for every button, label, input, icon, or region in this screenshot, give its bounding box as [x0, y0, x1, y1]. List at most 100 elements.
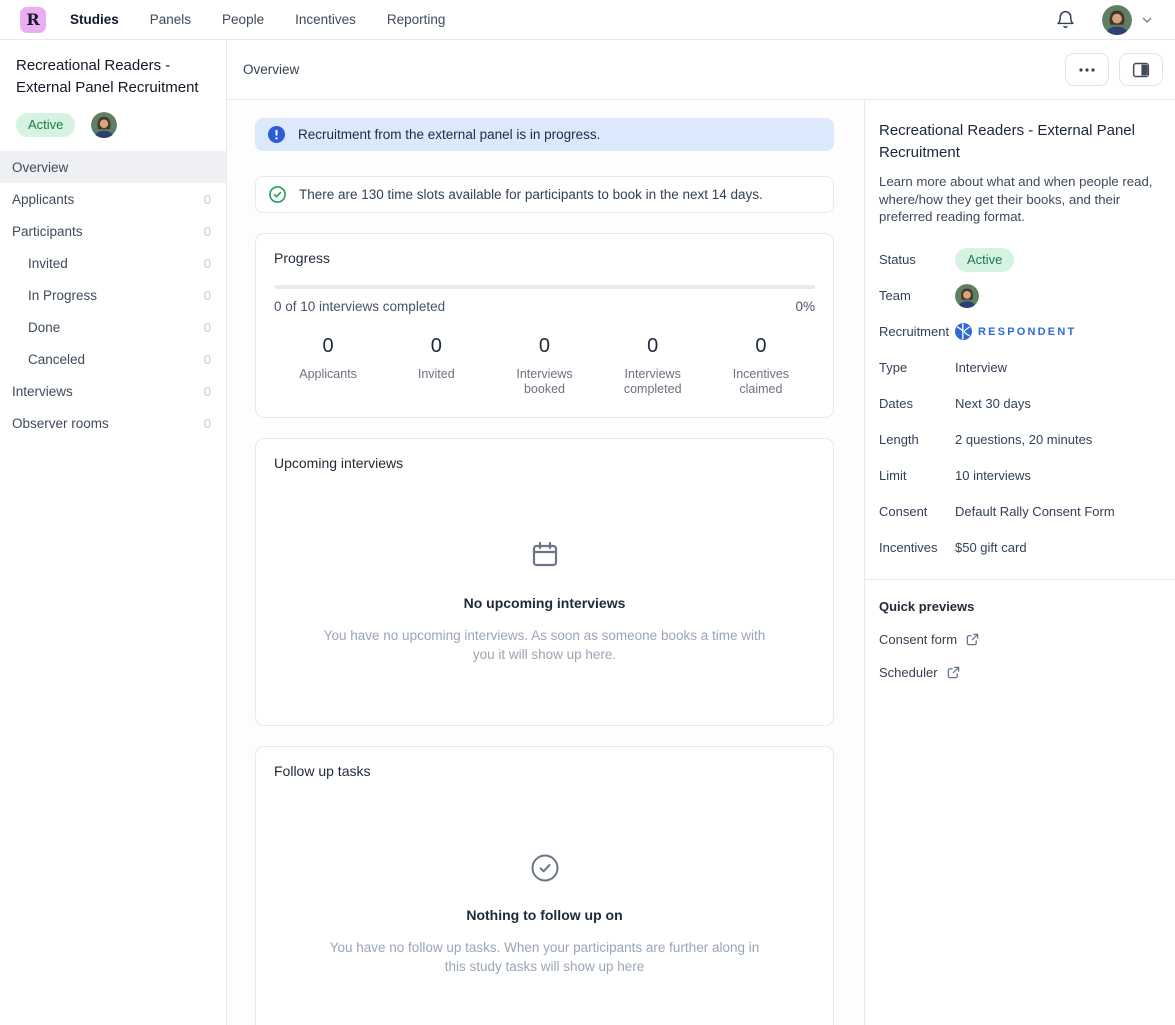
- sidebar-item-label: Observer rooms: [12, 416, 109, 431]
- upcoming-empty-state: No upcoming interviews You have no upcom…: [274, 471, 815, 664]
- panel-toggle-icon: [1131, 61, 1151, 79]
- quick-previews-title: Quick previews: [879, 599, 1161, 614]
- detail-row-incentives: Incentives $50 gift card: [879, 530, 1161, 566]
- sidebar-item-count: 0: [204, 224, 211, 239]
- check-circle-icon: [269, 186, 286, 203]
- detail-label: Length: [879, 432, 955, 447]
- sidebar-item-applicants[interactable]: Applicants 0: [0, 183, 226, 215]
- upcoming-empty-text: You have no upcoming interviews. As soon…: [319, 626, 771, 664]
- study-sidebar: Recreational Readers - External Panel Re…: [0, 40, 227, 1025]
- team-member-avatar: [955, 284, 979, 308]
- sidebar-item-count: 0: [204, 384, 211, 399]
- status-badge: Active: [955, 248, 1014, 272]
- recruitment-info-text: Recruitment from the external panel is i…: [298, 127, 600, 142]
- stat-interviews-completed: 0 Interviews completed: [599, 335, 707, 397]
- progress-summary: 0 of 10 interviews completed: [274, 299, 445, 314]
- stat-value: 0: [382, 335, 490, 358]
- notifications-bell-icon[interactable]: [1055, 9, 1076, 30]
- status-badge: Active: [16, 113, 75, 137]
- sidebar-item-canceled[interactable]: Canceled 0: [0, 343, 226, 375]
- sidebar-item-label: Overview: [12, 160, 68, 175]
- detail-label: Team: [879, 288, 955, 303]
- sidebar-item-label: Invited: [28, 256, 68, 271]
- scheduler-link[interactable]: Scheduler: [879, 665, 960, 680]
- progress-card-title: Progress: [274, 250, 815, 266]
- check-circle-outline-icon: [530, 853, 560, 883]
- progress-percent: 0%: [795, 299, 815, 314]
- calendar-icon: [529, 539, 561, 571]
- sidebar-item-invited[interactable]: Invited 0: [0, 247, 226, 279]
- header-actions: [1065, 53, 1163, 86]
- sidebar-item-count: 0: [204, 256, 211, 271]
- study-nav: Overview Applicants 0 Participants 0 Inv…: [0, 151, 226, 439]
- nav-item-people[interactable]: People: [222, 12, 264, 27]
- stat-incentives-claimed: 0 Incentives claimed: [707, 335, 815, 397]
- stat-value: 0: [707, 335, 815, 358]
- detail-label: Status: [879, 252, 955, 267]
- progress-summary-row: 0 of 10 interviews completed 0%: [274, 299, 815, 314]
- sidebar-item-participants[interactable]: Participants 0: [0, 215, 226, 247]
- sidebar-item-done[interactable]: Done 0: [0, 311, 226, 343]
- stat-label: Interviews completed: [612, 367, 694, 397]
- progress-card: Progress 0 of 10 interviews completed 0%…: [255, 233, 834, 418]
- user-avatar[interactable]: [1102, 5, 1132, 35]
- sidebar-item-observer-rooms[interactable]: Observer rooms 0: [0, 407, 226, 439]
- consent-form-link[interactable]: Consent form: [879, 632, 979, 647]
- app-root: R Studies Panels People Incentives Repor…: [0, 0, 1175, 1025]
- upcoming-empty-title: No upcoming interviews: [464, 595, 626, 611]
- stat-value: 0: [490, 335, 598, 358]
- rally-logo[interactable]: R: [20, 7, 46, 33]
- sidebar-item-count: 0: [204, 352, 211, 367]
- study-title: Recreational Readers - External Panel Re…: [0, 55, 226, 98]
- panel-divider: [865, 579, 1175, 580]
- sidebar-item-label: In Progress: [28, 288, 97, 303]
- details-study-description: Learn more about what and when people re…: [879, 173, 1161, 226]
- follow-up-tasks-title: Follow up tasks: [274, 763, 815, 779]
- sidebar-item-overview[interactable]: Overview: [0, 151, 226, 183]
- upcoming-interviews-card: Upcoming interviews No upcoming intervie…: [255, 438, 834, 726]
- stat-label: Incentives claimed: [720, 367, 802, 397]
- user-menu-chevron-down-icon[interactable]: [1141, 14, 1153, 26]
- toggle-side-panel-button[interactable]: [1119, 53, 1163, 86]
- detail-row-limit: Limit 10 interviews: [879, 458, 1161, 494]
- study-owner-avatar: [91, 112, 117, 138]
- detail-value: Next 30 days: [955, 396, 1031, 411]
- follow-up-empty-state: Nothing to follow up on You have no foll…: [274, 779, 815, 976]
- stat-applicants: 0 Applicants: [274, 335, 382, 397]
- info-icon: [268, 126, 285, 143]
- nav-item-studies[interactable]: Studies: [70, 12, 119, 27]
- sidebar-item-in-progress[interactable]: In Progress 0: [0, 279, 226, 311]
- sidebar-item-label: Canceled: [28, 352, 85, 367]
- nav-item-panels[interactable]: Panels: [150, 12, 191, 27]
- sidebar-item-count: 0: [204, 288, 211, 303]
- respondent-logo: RESPONDENT: [955, 323, 1076, 340]
- content-region: Overview Recruitment from the external p…: [227, 40, 1175, 1025]
- follow-up-empty-title: Nothing to follow up on: [466, 907, 622, 923]
- nav-item-incentives[interactable]: Incentives: [295, 12, 356, 27]
- detail-value: $50 gift card: [955, 540, 1027, 555]
- detail-row-length: Length 2 questions, 20 minutes: [879, 422, 1161, 458]
- sidebar-item-label: Interviews: [12, 384, 73, 399]
- stat-label: Interviews booked: [503, 367, 585, 397]
- external-link-icon: [947, 666, 960, 679]
- sidebar-item-interviews[interactable]: Interviews 0: [0, 375, 226, 407]
- more-actions-button[interactable]: [1065, 53, 1109, 86]
- detail-row-type: Type Interview: [879, 350, 1161, 386]
- detail-row-team: Team: [879, 278, 1161, 314]
- nav-item-reporting[interactable]: Reporting: [387, 12, 446, 27]
- follow-up-empty-text: You have no follow up tasks. When your p…: [326, 938, 764, 976]
- detail-label: Recruitment: [879, 324, 955, 339]
- details-list: Status Active Team Recruitment: [879, 242, 1161, 566]
- respondent-logo-text: RESPONDENT: [978, 326, 1076, 338]
- detail-row-dates: Dates Next 30 days: [879, 386, 1161, 422]
- stat-value: 0: [599, 335, 707, 358]
- sidebar-item-label: Participants: [12, 224, 83, 239]
- primary-nav: Studies Panels People Incentives Reporti…: [70, 12, 445, 27]
- detail-label: Consent: [879, 504, 955, 519]
- content-header: Overview: [227, 40, 1175, 100]
- overview-main: Recruitment from the external panel is i…: [227, 100, 865, 1025]
- stat-label: Invited: [395, 367, 477, 382]
- content-body: Recruitment from the external panel is i…: [227, 100, 1175, 1025]
- detail-label: Limit: [879, 468, 955, 483]
- recruitment-info-banner: Recruitment from the external panel is i…: [255, 118, 834, 151]
